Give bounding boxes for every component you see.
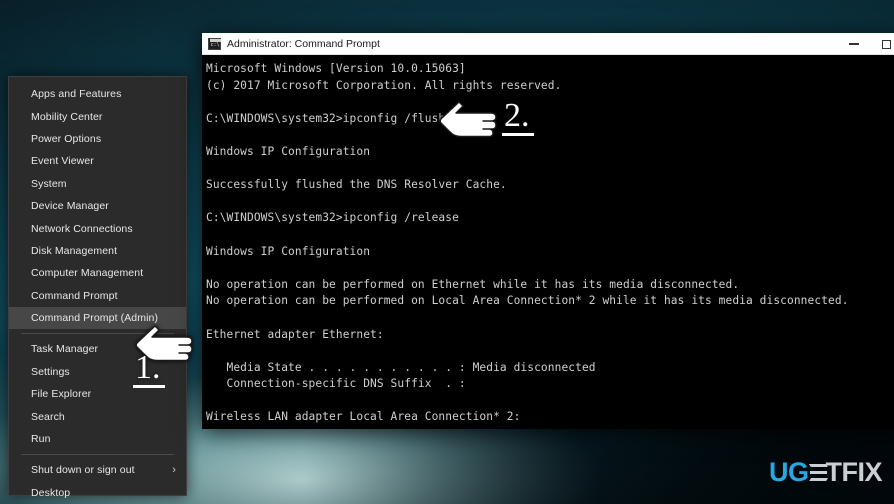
menu-item-mobility-center[interactable]: Mobility Center (9, 105, 186, 127)
terminal-line: C:\WINDOWS\system32>ipconfig /flushdns (206, 111, 466, 125)
command-prompt-window: Administrator: Command Prompt Microsoft … (202, 33, 894, 429)
ugetfix-watermark: UG TFIX (769, 459, 882, 486)
menu-item-label: Mobility Center (31, 110, 103, 123)
terminal-line: C:\WINDOWS\system32>ipconfig /release (206, 211, 459, 225)
menu-item-desktop[interactable]: Desktop (9, 482, 186, 504)
terminal-output[interactable]: Microsoft Windows [Version 10.0.15063] (c… (202, 55, 894, 429)
chevron-right-icon: › (172, 463, 176, 476)
screen-root: Apps and Features Mobility Center Power Op… (0, 0, 894, 504)
terminal-line: Windows IP Configuration (206, 244, 371, 258)
menu-item-label: Network Connections (31, 222, 133, 235)
menu-item-command-prompt[interactable]: Command Prompt (9, 285, 186, 307)
terminal-line: No operation can be performed on Local A… (206, 294, 849, 308)
menu-item-computer-management[interactable]: Computer Management (9, 262, 186, 284)
minimize-icon (849, 43, 859, 45)
minimize-button[interactable] (838, 33, 870, 55)
terminal-line: Microsoft Windows [Version 10.0.15063] (206, 62, 466, 75)
menu-item-command-prompt-admin[interactable]: Command Prompt (Admin) (9, 306, 186, 330)
terminal-line: Connection-specific DNS Suffix . : (206, 377, 466, 391)
terminal-line: Wireless LAN adapter Local Area Connecti… (206, 410, 521, 424)
menu-item-label: Computer Management (31, 267, 144, 280)
terminal-line: No operation can be performed on Etherne… (206, 277, 740, 291)
terminal-line: (c) 2017 Microsoft Corporation. All righ… (206, 78, 562, 92)
menu-item-label: Power Options (31, 132, 102, 145)
menu-item-label: Shut down or sign out (31, 464, 135, 477)
maximize-button[interactable] (870, 33, 894, 55)
window-titlebar[interactable]: Administrator: Command Prompt (202, 33, 894, 55)
menu-item-event-viewer[interactable]: Event Viewer (9, 150, 186, 172)
cmd-icon (208, 37, 221, 50)
menu-item-label: Search (31, 410, 65, 423)
step-number-2: 2. (502, 99, 534, 136)
winx-context-menu: Apps and Features Mobility Center Power Op… (8, 76, 187, 499)
step-number-1: 1. (133, 351, 165, 388)
menu-item-disk-management[interactable]: Disk Management (9, 240, 186, 262)
menu-item-label: Desktop (31, 486, 71, 499)
menu-separator (21, 454, 174, 456)
window-title: Administrator: Command Prompt (227, 37, 380, 50)
watermark-text-right: TFIX (825, 457, 883, 487)
menu-item-label: Disk Management (31, 244, 118, 257)
window-controls (838, 33, 894, 55)
menu-item-label: Device Manager (31, 200, 109, 213)
menu-item-search[interactable]: Search (9, 405, 186, 427)
watermark-text-left: UG (769, 457, 809, 487)
terminal-line: Media State . . . . . . . . . . . : Medi… (206, 360, 596, 374)
terminal-line: Ethernet adapter Ethernet: (206, 327, 384, 341)
menu-item-label: Run (31, 433, 51, 446)
menu-separator (21, 333, 174, 335)
menu-item-apps-and-features[interactable]: Apps and Features (9, 83, 186, 105)
menu-item-run[interactable]: Run (9, 428, 186, 450)
menu-item-power-options[interactable]: Power Options (9, 128, 186, 150)
menu-item-label: Command Prompt (Admin) (31, 312, 159, 325)
menu-item-label: System (31, 177, 67, 190)
menu-item-label: Settings (31, 365, 70, 378)
menu-item-system[interactable]: System (9, 173, 186, 195)
terminal-line: Windows IP Configuration (206, 144, 371, 158)
menu-item-label: Event Viewer (31, 155, 94, 168)
menu-item-label: Apps and Features (31, 88, 122, 101)
menu-item-network-connections[interactable]: Network Connections (9, 217, 186, 239)
menu-item-shut-down-or-sign-out[interactable]: Shut down or sign out › (9, 459, 186, 481)
terminal-line: Successfully flushed the DNS Resolver Ca… (206, 178, 507, 192)
menu-item-label: File Explorer (31, 388, 92, 401)
menu-item-label: Task Manager (31, 343, 99, 356)
menu-item-device-manager[interactable]: Device Manager (9, 195, 186, 217)
menu-item-label: Command Prompt (31, 289, 118, 302)
maximize-icon (881, 39, 891, 49)
watermark-e-glyph-icon (808, 462, 828, 484)
